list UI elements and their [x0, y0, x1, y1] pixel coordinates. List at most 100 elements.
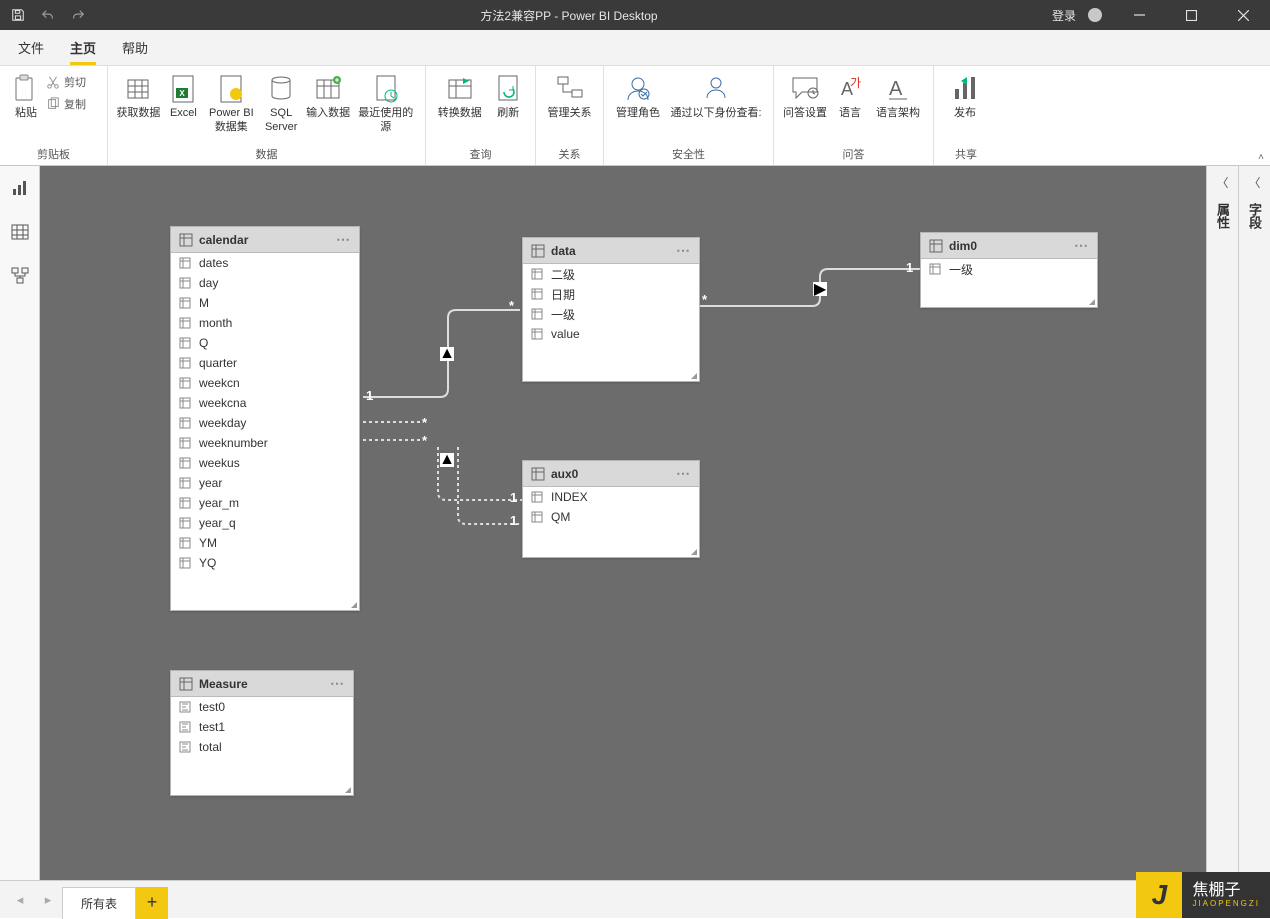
field-row[interactable]: weekcn	[171, 373, 359, 393]
table-calendar[interactable]: calendar⋯ datesdayMmonthQquarterweekcnwe…	[170, 226, 360, 611]
model-view-icon[interactable]	[8, 264, 32, 288]
fields-pane[interactable]: 〈字段	[1238, 166, 1270, 880]
window-title: 方法2兼容PP - Power BI Desktop	[86, 7, 1052, 24]
more-icon[interactable]: ⋯	[676, 242, 691, 259]
field-row[interactable]: QM	[523, 507, 699, 527]
close-button[interactable]	[1220, 0, 1266, 30]
table-dim0[interactable]: dim0⋯ 一级	[920, 232, 1098, 308]
redo-icon[interactable]	[70, 7, 86, 23]
field-row[interactable]: year	[171, 473, 359, 493]
group-label-qa: 问答	[774, 146, 933, 165]
table-data[interactable]: data⋯ 二级日期一级value	[522, 237, 700, 382]
field-row[interactable]: weeknumber	[171, 433, 359, 453]
table-aux0[interactable]: aux0⋯ INDEXQM	[522, 460, 700, 558]
transformdata-button[interactable]: 转换数据	[432, 70, 487, 124]
managerelationships-button[interactable]: 管理关系	[542, 70, 597, 124]
field-row[interactable]: month	[171, 313, 359, 333]
field-row[interactable]: weekus	[171, 453, 359, 473]
undo-icon[interactable]	[40, 7, 56, 23]
ribbon: 粘贴 剪切 复制 剪贴板 获取数据 XExcel Power BI 数据集 SQ…	[0, 66, 1270, 166]
field-row[interactable]: weekday	[171, 413, 359, 433]
more-icon[interactable]: ⋯	[676, 465, 691, 482]
ribbon-collapse-icon[interactable]: ˄	[1258, 152, 1264, 163]
more-icon[interactable]: ⋯	[330, 675, 345, 692]
field-row[interactable]: weekcna	[171, 393, 359, 413]
resize-handle[interactable]	[347, 598, 359, 610]
pbi-dataset-button[interactable]: Power BI 数据集	[204, 70, 259, 138]
manageroles-button[interactable]: 管理角色	[610, 70, 666, 124]
recentsources-button[interactable]: 最近使用的源	[353, 70, 419, 138]
rel-arrow-icon: ▶	[813, 282, 827, 296]
langschema-button[interactable]: A语言架构	[870, 70, 926, 124]
field-row[interactable]: test0	[171, 697, 353, 717]
cut-button[interactable]: 剪切	[46, 72, 86, 92]
menu-help[interactable]: 帮助	[122, 29, 148, 65]
avatar-icon[interactable]	[1088, 8, 1102, 22]
resize-handle[interactable]	[687, 369, 699, 381]
tab-alltables[interactable]: 所有表	[62, 887, 136, 919]
field-row[interactable]: test1	[171, 717, 353, 737]
resize-handle[interactable]	[341, 783, 353, 795]
refresh-button[interactable]: 刷新	[487, 70, 529, 124]
tab-prev-button[interactable]: ◂	[6, 886, 34, 914]
more-icon[interactable]: ⋯	[336, 231, 351, 248]
field-row[interactable]: 一级	[523, 304, 699, 324]
view-rail	[0, 166, 40, 880]
menu-home[interactable]: 主页	[70, 29, 96, 65]
field-row[interactable]: INDEX	[523, 487, 699, 507]
field-row[interactable]: Q	[171, 333, 359, 353]
maximize-button[interactable]	[1168, 0, 1214, 30]
qasetup-button[interactable]: 问答设置	[780, 70, 830, 124]
group-label-rel: 关系	[536, 146, 603, 165]
publish-button[interactable]: 发布	[940, 70, 990, 124]
group-label-data: 数据	[108, 146, 425, 165]
rel-arrow-icon: ▲	[440, 347, 454, 361]
field-row[interactable]: YQ	[171, 553, 359, 573]
group-label-share: 共享	[934, 146, 998, 165]
language-button[interactable]: A가语言	[830, 70, 870, 124]
add-tab-button[interactable]: +	[136, 887, 168, 919]
excel-button[interactable]: XExcel	[163, 70, 204, 124]
menubar: 文件 主页 帮助	[0, 30, 1270, 66]
minimize-button[interactable]	[1116, 0, 1162, 30]
field-row[interactable]: year_q	[171, 513, 359, 533]
field-row[interactable]: 一级	[921, 259, 1097, 279]
table-icon	[179, 677, 193, 691]
resize-handle[interactable]	[687, 545, 699, 557]
more-icon[interactable]: ⋯	[1074, 237, 1089, 254]
data-view-icon[interactable]	[8, 220, 32, 244]
svg-text:가: 가	[850, 76, 861, 90]
table-measure[interactable]: Measure⋯ test0test1total	[170, 670, 354, 796]
table-icon	[531, 467, 545, 481]
group-label-query: 查询	[426, 146, 535, 165]
chevron-left-icon: 〈	[1216, 174, 1228, 191]
getdata-button[interactable]: 获取数据	[114, 70, 163, 124]
field-row[interactable]: quarter	[171, 353, 359, 373]
rel-arrow-icon: ▲	[440, 453, 454, 467]
paste-button[interactable]: 粘贴	[6, 70, 46, 124]
field-row[interactable]: value	[523, 324, 699, 344]
field-row[interactable]: dates	[171, 253, 359, 273]
field-row[interactable]: day	[171, 273, 359, 293]
svg-text:A: A	[889, 78, 903, 100]
field-row[interactable]: 二级	[523, 264, 699, 284]
copy-button[interactable]: 复制	[46, 94, 86, 114]
field-row[interactable]: 日期	[523, 284, 699, 304]
field-row[interactable]: total	[171, 737, 353, 757]
watermark: J 焦棚子JIAOPENGZI	[1136, 872, 1270, 918]
field-row[interactable]: year_m	[171, 493, 359, 513]
login-label[interactable]: 登录	[1052, 7, 1076, 24]
properties-pane[interactable]: 〈属性	[1206, 166, 1238, 880]
save-icon[interactable]	[10, 7, 26, 23]
viewas-button[interactable]: 通过以下身份查看:	[666, 70, 766, 124]
sqlserver-button[interactable]: SQL Server	[259, 70, 304, 138]
enterdata-button[interactable]: 输入数据	[304, 70, 353, 124]
menu-file[interactable]: 文件	[18, 29, 44, 65]
report-view-icon[interactable]	[8, 176, 32, 200]
group-label-security: 安全性	[604, 146, 773, 165]
field-row[interactable]: M	[171, 293, 359, 313]
model-canvas[interactable]: ▲ ▶ ▲ 1 * * 1 * * 1 1 calendar⋯ datesday…	[40, 166, 1270, 880]
tab-next-button[interactable]: ▸	[34, 886, 62, 914]
resize-handle[interactable]	[1085, 295, 1097, 307]
field-row[interactable]: YM	[171, 533, 359, 553]
